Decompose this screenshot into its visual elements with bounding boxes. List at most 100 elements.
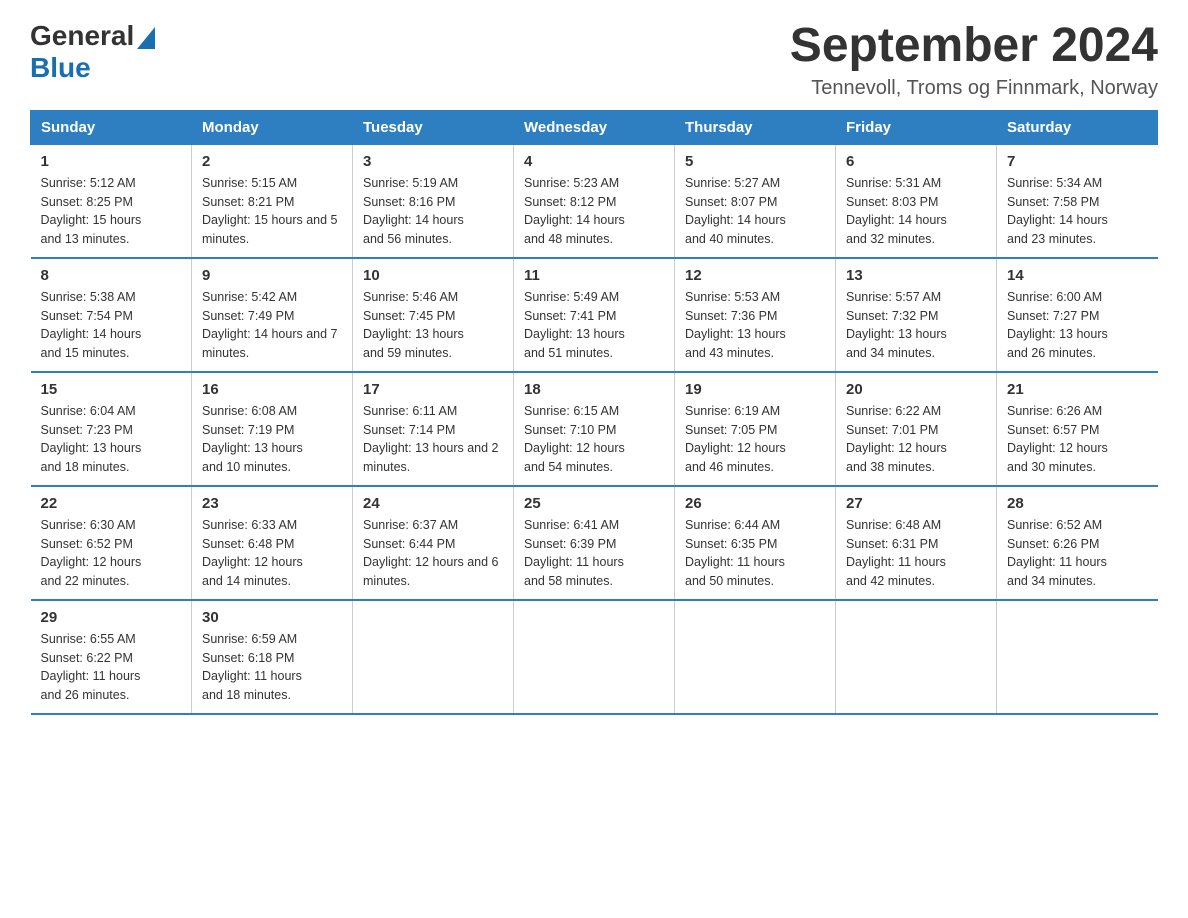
day-info: Sunrise: 5:49 AMSunset: 7:41 PMDaylight:… bbox=[524, 290, 625, 360]
day-info: Sunrise: 6:59 AMSunset: 6:18 PMDaylight:… bbox=[202, 632, 302, 702]
day-number: 2 bbox=[202, 153, 342, 170]
calendar-cell: 30 Sunrise: 6:59 AMSunset: 6:18 PMDaylig… bbox=[192, 600, 353, 714]
day-number: 16 bbox=[202, 381, 342, 398]
day-info: Sunrise: 5:38 AMSunset: 7:54 PMDaylight:… bbox=[41, 290, 142, 360]
day-number: 21 bbox=[1007, 381, 1148, 398]
day-info: Sunrise: 5:57 AMSunset: 7:32 PMDaylight:… bbox=[846, 290, 947, 360]
day-number: 3 bbox=[363, 153, 503, 170]
calendar-cell: 10 Sunrise: 5:46 AMSunset: 7:45 PMDaylig… bbox=[353, 258, 514, 372]
day-number: 23 bbox=[202, 495, 342, 512]
day-info: Sunrise: 5:23 AMSunset: 8:12 PMDaylight:… bbox=[524, 176, 625, 246]
day-number: 1 bbox=[41, 153, 182, 170]
calendar-cell: 19 Sunrise: 6:19 AMSunset: 7:05 PMDaylig… bbox=[675, 372, 836, 486]
calendar-cell bbox=[675, 600, 836, 714]
day-info: Sunrise: 5:53 AMSunset: 7:36 PMDaylight:… bbox=[685, 290, 786, 360]
day-number: 14 bbox=[1007, 267, 1148, 284]
day-number: 27 bbox=[846, 495, 986, 512]
weekday-header-monday: Monday bbox=[192, 110, 353, 144]
day-number: 5 bbox=[685, 153, 825, 170]
day-number: 9 bbox=[202, 267, 342, 284]
day-number: 4 bbox=[524, 153, 664, 170]
calendar-cell: 27 Sunrise: 6:48 AMSunset: 6:31 PMDaylig… bbox=[836, 486, 997, 600]
day-info: Sunrise: 5:27 AMSunset: 8:07 PMDaylight:… bbox=[685, 176, 786, 246]
weekday-header-saturday: Saturday bbox=[997, 110, 1158, 144]
day-number: 26 bbox=[685, 495, 825, 512]
weekday-header-wednesday: Wednesday bbox=[514, 110, 675, 144]
calendar-cell: 9 Sunrise: 5:42 AMSunset: 7:49 PMDayligh… bbox=[192, 258, 353, 372]
day-info: Sunrise: 6:11 AMSunset: 7:14 PMDaylight:… bbox=[363, 404, 499, 474]
calendar-cell: 8 Sunrise: 5:38 AMSunset: 7:54 PMDayligh… bbox=[31, 258, 192, 372]
weekday-header-row: SundayMondayTuesdayWednesdayThursdayFrid… bbox=[31, 110, 1158, 144]
day-info: Sunrise: 5:19 AMSunset: 8:16 PMDaylight:… bbox=[363, 176, 464, 246]
calendar-cell: 12 Sunrise: 5:53 AMSunset: 7:36 PMDaylig… bbox=[675, 258, 836, 372]
week-row-1: 1 Sunrise: 5:12 AMSunset: 8:25 PMDayligh… bbox=[31, 144, 1158, 258]
day-info: Sunrise: 6:00 AMSunset: 7:27 PMDaylight:… bbox=[1007, 290, 1108, 360]
calendar-cell: 20 Sunrise: 6:22 AMSunset: 7:01 PMDaylig… bbox=[836, 372, 997, 486]
day-number: 28 bbox=[1007, 495, 1148, 512]
calendar-cell: 6 Sunrise: 5:31 AMSunset: 8:03 PMDayligh… bbox=[836, 144, 997, 258]
day-info: Sunrise: 5:42 AMSunset: 7:49 PMDaylight:… bbox=[202, 290, 338, 360]
day-info: Sunrise: 6:55 AMSunset: 6:22 PMDaylight:… bbox=[41, 632, 141, 702]
day-info: Sunrise: 5:46 AMSunset: 7:45 PMDaylight:… bbox=[363, 290, 464, 360]
calendar-cell: 1 Sunrise: 5:12 AMSunset: 8:25 PMDayligh… bbox=[31, 144, 192, 258]
day-info: Sunrise: 6:52 AMSunset: 6:26 PMDaylight:… bbox=[1007, 518, 1107, 588]
calendar-cell: 26 Sunrise: 6:44 AMSunset: 6:35 PMDaylig… bbox=[675, 486, 836, 600]
day-info: Sunrise: 6:33 AMSunset: 6:48 PMDaylight:… bbox=[202, 518, 303, 588]
calendar-cell: 14 Sunrise: 6:00 AMSunset: 7:27 PMDaylig… bbox=[997, 258, 1158, 372]
day-number: 20 bbox=[846, 381, 986, 398]
day-info: Sunrise: 6:44 AMSunset: 6:35 PMDaylight:… bbox=[685, 518, 785, 588]
day-info: Sunrise: 6:30 AMSunset: 6:52 PMDaylight:… bbox=[41, 518, 142, 588]
calendar-cell bbox=[997, 600, 1158, 714]
day-number: 24 bbox=[363, 495, 503, 512]
calendar-table: SundayMondayTuesdayWednesdayThursdayFrid… bbox=[30, 110, 1158, 715]
weekday-header-tuesday: Tuesday bbox=[353, 110, 514, 144]
day-info: Sunrise: 6:41 AMSunset: 6:39 PMDaylight:… bbox=[524, 518, 624, 588]
calendar-cell bbox=[514, 600, 675, 714]
day-number: 25 bbox=[524, 495, 664, 512]
day-number: 19 bbox=[685, 381, 825, 398]
week-row-4: 22 Sunrise: 6:30 AMSunset: 6:52 PMDaylig… bbox=[31, 486, 1158, 600]
calendar-cell bbox=[353, 600, 514, 714]
day-number: 13 bbox=[846, 267, 986, 284]
calendar-cell: 29 Sunrise: 6:55 AMSunset: 6:22 PMDaylig… bbox=[31, 600, 192, 714]
calendar-cell: 11 Sunrise: 5:49 AMSunset: 7:41 PMDaylig… bbox=[514, 258, 675, 372]
calendar-cell: 7 Sunrise: 5:34 AMSunset: 7:58 PMDayligh… bbox=[997, 144, 1158, 258]
calendar-cell: 22 Sunrise: 6:30 AMSunset: 6:52 PMDaylig… bbox=[31, 486, 192, 600]
day-number: 12 bbox=[685, 267, 825, 284]
day-info: Sunrise: 6:22 AMSunset: 7:01 PMDaylight:… bbox=[846, 404, 947, 474]
header: General Blue September 2024 Tennevoll, T… bbox=[30, 20, 1158, 100]
day-info: Sunrise: 5:15 AMSunset: 8:21 PMDaylight:… bbox=[202, 176, 338, 246]
calendar-cell: 17 Sunrise: 6:11 AMSunset: 7:14 PMDaylig… bbox=[353, 372, 514, 486]
calendar-cell: 23 Sunrise: 6:33 AMSunset: 6:48 PMDaylig… bbox=[192, 486, 353, 600]
calendar-cell: 4 Sunrise: 5:23 AMSunset: 8:12 PMDayligh… bbox=[514, 144, 675, 258]
day-info: Sunrise: 6:19 AMSunset: 7:05 PMDaylight:… bbox=[685, 404, 786, 474]
day-number: 17 bbox=[363, 381, 503, 398]
day-info: Sunrise: 5:31 AMSunset: 8:03 PMDaylight:… bbox=[846, 176, 947, 246]
weekday-header-friday: Friday bbox=[836, 110, 997, 144]
calendar-cell: 3 Sunrise: 5:19 AMSunset: 8:16 PMDayligh… bbox=[353, 144, 514, 258]
day-number: 8 bbox=[41, 267, 182, 284]
day-number: 30 bbox=[202, 609, 342, 626]
calendar-cell: 16 Sunrise: 6:08 AMSunset: 7:19 PMDaylig… bbox=[192, 372, 353, 486]
week-row-5: 29 Sunrise: 6:55 AMSunset: 6:22 PMDaylig… bbox=[31, 600, 1158, 714]
day-info: Sunrise: 5:34 AMSunset: 7:58 PMDaylight:… bbox=[1007, 176, 1108, 246]
day-number: 7 bbox=[1007, 153, 1148, 170]
day-number: 29 bbox=[41, 609, 182, 626]
weekday-header-thursday: Thursday bbox=[675, 110, 836, 144]
day-number: 6 bbox=[846, 153, 986, 170]
week-row-2: 8 Sunrise: 5:38 AMSunset: 7:54 PMDayligh… bbox=[31, 258, 1158, 372]
calendar-cell bbox=[836, 600, 997, 714]
calendar-subtitle: Tennevoll, Troms og Finnmark, Norway bbox=[790, 77, 1158, 100]
logo-blue-text: Blue bbox=[30, 52, 91, 84]
week-row-3: 15 Sunrise: 6:04 AMSunset: 7:23 PMDaylig… bbox=[31, 372, 1158, 486]
calendar-cell: 5 Sunrise: 5:27 AMSunset: 8:07 PMDayligh… bbox=[675, 144, 836, 258]
day-number: 10 bbox=[363, 267, 503, 284]
calendar-cell: 25 Sunrise: 6:41 AMSunset: 6:39 PMDaylig… bbox=[514, 486, 675, 600]
day-info: Sunrise: 6:48 AMSunset: 6:31 PMDaylight:… bbox=[846, 518, 946, 588]
logo-general-text: General bbox=[30, 20, 134, 52]
weekday-header-sunday: Sunday bbox=[31, 110, 192, 144]
calendar-cell: 2 Sunrise: 5:15 AMSunset: 8:21 PMDayligh… bbox=[192, 144, 353, 258]
calendar-cell: 28 Sunrise: 6:52 AMSunset: 6:26 PMDaylig… bbox=[997, 486, 1158, 600]
logo: General Blue bbox=[30, 20, 155, 84]
calendar-cell: 21 Sunrise: 6:26 AMSunset: 6:57 PMDaylig… bbox=[997, 372, 1158, 486]
